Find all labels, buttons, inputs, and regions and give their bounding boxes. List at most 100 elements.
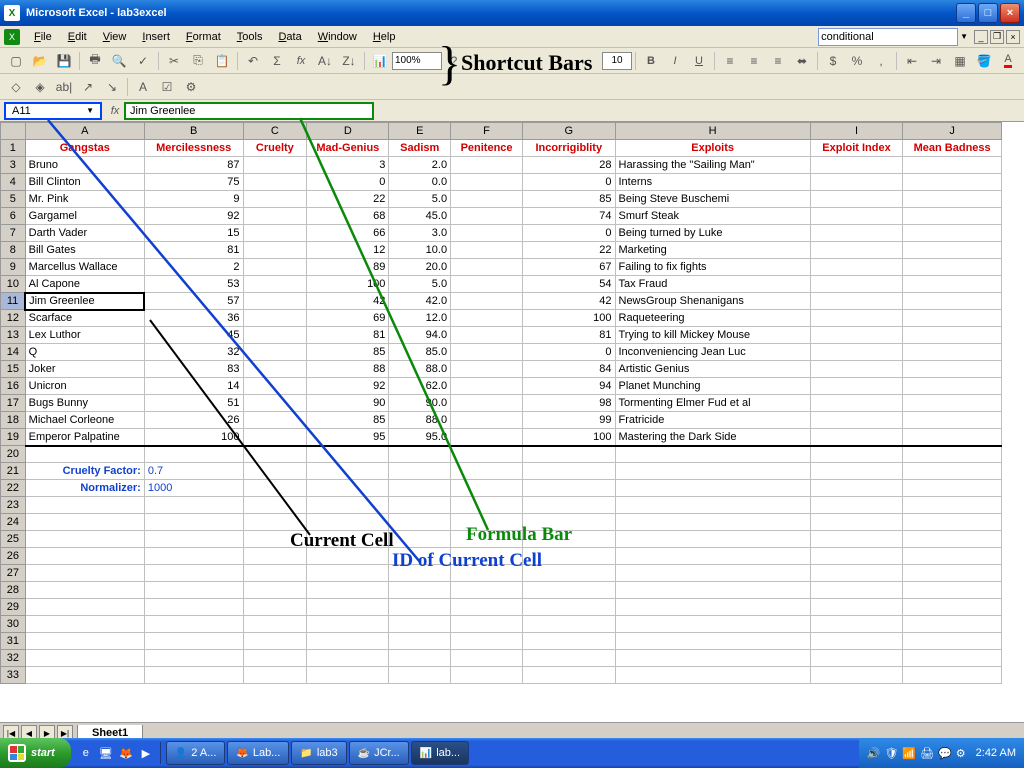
- preview-icon[interactable]: 🔍: [108, 50, 130, 72]
- row-head[interactable]: 22: [1, 480, 26, 497]
- header-cell[interactable]: Mad-Genius: [307, 140, 389, 157]
- cell[interactable]: [451, 191, 523, 208]
- cell[interactable]: [25, 599, 144, 616]
- cell[interactable]: [523, 599, 615, 616]
- fill-color-icon[interactable]: 🪣: [973, 50, 995, 72]
- align-left-icon[interactable]: ≡: [719, 50, 741, 72]
- cell[interactable]: [615, 548, 810, 565]
- cell[interactable]: [810, 361, 902, 378]
- row-head[interactable]: 32: [1, 650, 26, 667]
- cell[interactable]: [903, 548, 1002, 565]
- cell[interactable]: Tax Fraud: [615, 276, 810, 293]
- cell[interactable]: 5.0: [389, 191, 451, 208]
- header-cell[interactable]: Mercilessness: [144, 140, 243, 157]
- row-head[interactable]: 5: [1, 191, 26, 208]
- cell[interactable]: [451, 514, 523, 531]
- cell[interactable]: [451, 412, 523, 429]
- cell[interactable]: Bill Gates: [25, 242, 144, 259]
- menu-insert[interactable]: Insert: [134, 29, 178, 45]
- col-head-H[interactable]: H: [615, 123, 810, 140]
- arrow2-icon[interactable]: ↘: [101, 76, 123, 98]
- cell[interactable]: [615, 480, 810, 497]
- row-head[interactable]: 4: [1, 174, 26, 191]
- cell[interactable]: [451, 531, 523, 548]
- tray-icon[interactable]: 🖨: [920, 747, 934, 760]
- row-head[interactable]: 8: [1, 242, 26, 259]
- task-item[interactable]: 📁 lab3: [291, 741, 346, 765]
- row-head[interactable]: 33: [1, 667, 26, 684]
- cell[interactable]: [389, 582, 451, 599]
- cell[interactable]: 14: [144, 378, 243, 395]
- cell[interactable]: [615, 599, 810, 616]
- row-head[interactable]: 30: [1, 616, 26, 633]
- chevron-down-icon[interactable]: ▼: [86, 106, 94, 115]
- cell[interactable]: [810, 446, 902, 463]
- menu-view[interactable]: View: [95, 29, 135, 45]
- cell[interactable]: [243, 565, 307, 582]
- cell[interactable]: [144, 616, 243, 633]
- cell[interactable]: [389, 633, 451, 650]
- cell[interactable]: 100: [307, 276, 389, 293]
- cell[interactable]: 99: [523, 412, 615, 429]
- cell[interactable]: 42.0: [389, 293, 451, 310]
- cell[interactable]: [903, 259, 1002, 276]
- cell[interactable]: [615, 633, 810, 650]
- tray-icon[interactable]: 🔊: [867, 747, 881, 760]
- cell[interactable]: [243, 293, 307, 310]
- cell[interactable]: [615, 497, 810, 514]
- col-head-J[interactable]: J: [903, 123, 1002, 140]
- cell[interactable]: [451, 208, 523, 225]
- name-box[interactable]: A11 ▼: [4, 102, 102, 120]
- cell[interactable]: [903, 429, 1002, 446]
- cell[interactable]: [903, 395, 1002, 412]
- menu-tools[interactable]: Tools: [229, 29, 271, 45]
- doc-close-button[interactable]: ×: [1006, 30, 1020, 44]
- cell[interactable]: [615, 616, 810, 633]
- italic-icon[interactable]: I: [664, 50, 686, 72]
- cell[interactable]: [810, 429, 902, 446]
- sort-desc-icon[interactable]: Z↓: [338, 50, 360, 72]
- cell[interactable]: [451, 565, 523, 582]
- col-head-B[interactable]: B: [144, 123, 243, 140]
- cell[interactable]: [451, 650, 523, 667]
- menu-file[interactable]: File: [26, 29, 60, 45]
- comma-icon[interactable]: ,: [870, 50, 892, 72]
- sort-asc-icon[interactable]: A↓: [314, 50, 336, 72]
- fontmark-icon[interactable]: A: [132, 76, 154, 98]
- row-head[interactable]: 3: [1, 157, 26, 174]
- header-cell[interactable]: Gangstas: [25, 140, 144, 157]
- cell[interactable]: [523, 446, 615, 463]
- cell[interactable]: [615, 463, 810, 480]
- cell[interactable]: 0: [307, 174, 389, 191]
- task-item[interactable]: 🦊 Lab...: [227, 741, 289, 765]
- cell[interactable]: [451, 378, 523, 395]
- cell[interactable]: [810, 310, 902, 327]
- cell[interactable]: [243, 463, 307, 480]
- cell[interactable]: [25, 514, 144, 531]
- col-head-E[interactable]: E: [389, 123, 451, 140]
- cell[interactable]: [810, 531, 902, 548]
- cell[interactable]: 22: [307, 191, 389, 208]
- row-head[interactable]: 12: [1, 310, 26, 327]
- bold-icon[interactable]: B: [640, 50, 662, 72]
- spellcheck-icon[interactable]: ✓: [132, 50, 154, 72]
- cell[interactable]: [810, 378, 902, 395]
- cell[interactable]: Inconveniencing Jean Luc: [615, 344, 810, 361]
- cell[interactable]: [810, 480, 902, 497]
- menu-edit[interactable]: Edit: [60, 29, 95, 45]
- cell[interactable]: [451, 276, 523, 293]
- cell[interactable]: [307, 650, 389, 667]
- cell[interactable]: [307, 497, 389, 514]
- cell[interactable]: [810, 259, 902, 276]
- cell[interactable]: [451, 310, 523, 327]
- cell[interactable]: [523, 667, 615, 684]
- row-head[interactable]: 11: [1, 293, 26, 310]
- cell[interactable]: [523, 531, 615, 548]
- cell[interactable]: [810, 667, 902, 684]
- cell[interactable]: [615, 514, 810, 531]
- font-color-icon[interactable]: A: [997, 50, 1019, 72]
- col-head-C[interactable]: C: [243, 123, 307, 140]
- cell[interactable]: [523, 650, 615, 667]
- cell[interactable]: [389, 514, 451, 531]
- cell[interactable]: [243, 633, 307, 650]
